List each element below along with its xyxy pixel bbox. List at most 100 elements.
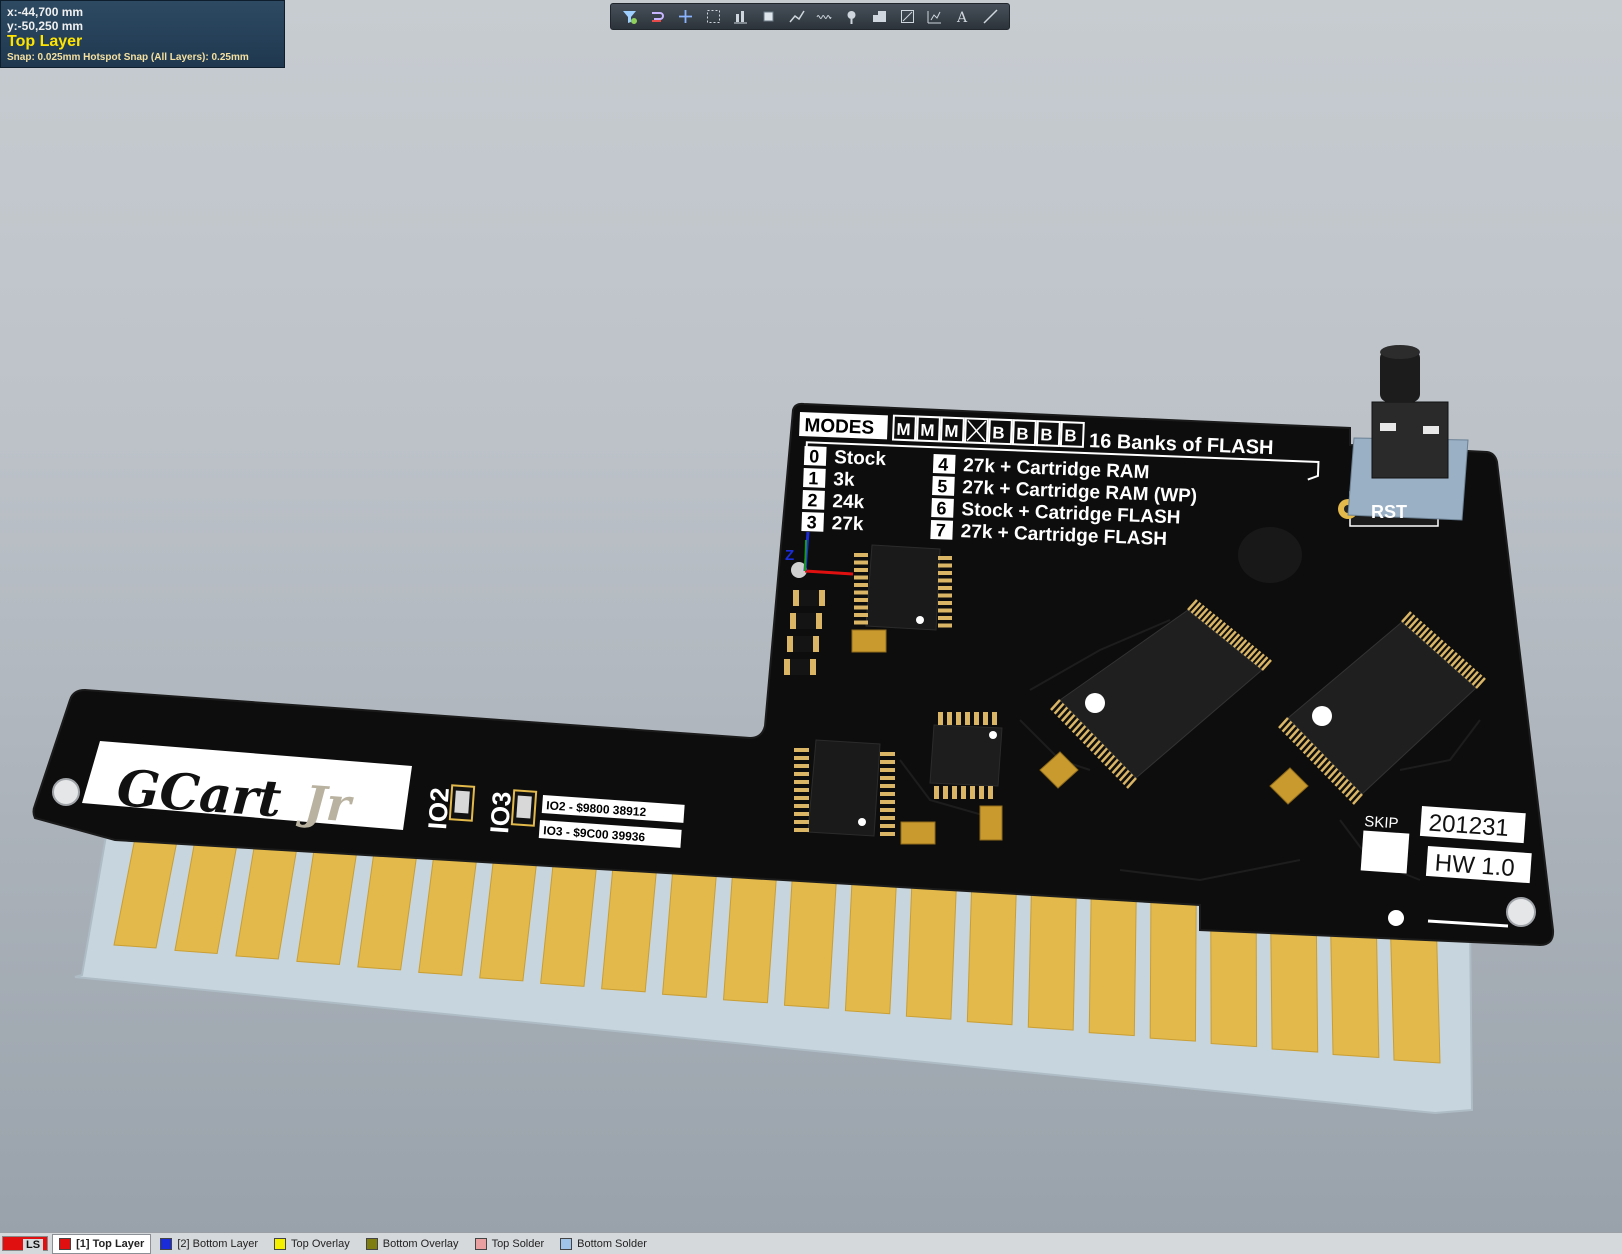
ic-pin [794, 756, 809, 760]
ic-pin [938, 571, 952, 575]
layer-color-swatch [365, 1237, 378, 1250]
mode-number: 2 [807, 490, 818, 510]
mounting-hole-left [52, 778, 80, 806]
ic-pin [880, 800, 895, 804]
line-icon[interactable] [977, 6, 1003, 28]
svg-text:HW 1.0: HW 1.0 [1434, 850, 1516, 883]
ic-pin [938, 623, 952, 628]
ic-pin [794, 764, 809, 768]
mode-bit-letter: B [1016, 424, 1029, 443]
layer-tab-bottom-overlay[interactable]: Bottom Overlay [359, 1234, 466, 1254]
layer-tab-top-solder[interactable]: Top Solder [468, 1234, 552, 1254]
ic-pin [880, 832, 895, 836]
gold-finger-13 [844, 878, 897, 1015]
y-coordinate: y:-50,250 mm [7, 19, 84, 33]
layer-color-swatch [560, 1237, 573, 1250]
filter-icon[interactable] [617, 6, 643, 28]
layer-tab-top-overlay[interactable]: Top Overlay [267, 1234, 357, 1254]
layer-set-button[interactable]: LS [2, 1236, 49, 1251]
svg-text:Z: Z [785, 547, 794, 564]
ic-pin [880, 784, 895, 788]
ic-pin [854, 613, 868, 617]
ic-pin [794, 780, 809, 784]
ic-pin [956, 712, 961, 725]
interactive-routing-icon[interactable] [645, 6, 671, 28]
board-reflection [1238, 527, 1302, 583]
polygon-icon[interactable] [866, 6, 892, 28]
ic-pin [961, 786, 966, 799]
layer-tab-label: [1] Top Layer [76, 1237, 145, 1250]
svg-text:GCart: GCart [115, 758, 283, 828]
ic-pin [794, 772, 809, 776]
layer-tab-label: Bottom Solder [577, 1237, 647, 1250]
resistor-body [790, 659, 810, 675]
ic-pin [854, 590, 868, 595]
mode-number: 4 [938, 454, 949, 474]
resistor-body [796, 613, 816, 629]
route-icon[interactable] [783, 6, 809, 28]
snap-settings: Snap: 0.025mm Hotspot Snap (All Layers):… [7, 52, 249, 63]
mode-label: 27k [831, 513, 864, 535]
dimension-icon[interactable] [922, 6, 948, 28]
ic-pin [854, 583, 868, 587]
mode-bit-letter: B [992, 423, 1005, 442]
ic-pin [952, 786, 957, 799]
ic-pin [794, 820, 809, 824]
mode-number: 5 [937, 476, 948, 496]
layer-tab-label: [2] Bottom Layer [177, 1237, 259, 1250]
ic-pin [880, 752, 895, 756]
ic-pin [943, 786, 948, 799]
layer-tab-2-bottom-layer[interactable]: [2] Bottom Layer [153, 1234, 265, 1254]
ic-pin [880, 776, 895, 780]
select-rectangle-icon[interactable] [700, 6, 726, 28]
component-icon[interactable] [756, 6, 782, 28]
gold-finger-17 [1088, 892, 1137, 1037]
coordinate-hud: x:-44,700 mm y:-50,250 mm Top Layer Snap… [0, 0, 285, 68]
ic-pin [979, 786, 984, 799]
ic-pin [938, 593, 952, 598]
fiducial [1388, 910, 1404, 926]
pad-via-icon[interactable] [839, 6, 865, 28]
layer-tab-1-top-layer[interactable]: [1] Top Layer [52, 1233, 152, 1254]
resistor-body [793, 636, 813, 652]
ic-pin [854, 620, 868, 625]
length-tuning-icon[interactable] [811, 6, 837, 28]
x-coordinate: x:-44,700 mm [7, 5, 84, 19]
ic-pin [947, 712, 952, 725]
svg-text:RST: RST [1371, 502, 1407, 522]
mode-label: 3k [833, 469, 855, 491]
ic-pin [974, 712, 979, 725]
add-icon[interactable] [672, 6, 698, 28]
layer-color-swatch [160, 1237, 173, 1250]
layer-tab-label: Top Solder [491, 1237, 545, 1250]
capacitor-c2 [900, 821, 936, 845]
svg-text:201231: 201231 [1428, 810, 1510, 843]
pcb-3d-view[interactable]: GCart Jr IO2 IO3 IO2 - $9800 38912 IO3 -… [0, 0, 1622, 1230]
text-icon[interactable]: A [950, 6, 976, 28]
gold-finger-15 [966, 885, 1017, 1026]
mode-bit-letter: B [1064, 426, 1077, 445]
region-icon[interactable] [894, 6, 920, 28]
ic-pin [938, 601, 952, 605]
layer-tabs-bar: LS [1] Top Layer [2] Bottom Layer Top Over… [0, 1232, 1622, 1254]
layer-tab-bottom-solder[interactable]: Bottom Solder [553, 1234, 654, 1254]
ic-pin [794, 748, 809, 752]
align-icon[interactable] [728, 6, 754, 28]
ic-pin [854, 553, 868, 557]
ic-pin [794, 804, 809, 808]
ic-pin [988, 786, 993, 799]
mode-number: 0 [809, 446, 820, 466]
mounting-hole-right [1506, 897, 1536, 927]
gold-finger-18 [1149, 895, 1197, 1042]
ic-pin [880, 760, 895, 764]
resistor-body [799, 590, 819, 606]
reset-button[interactable]: RST [1338, 345, 1469, 527]
layer-color-swatch [274, 1237, 287, 1250]
skip-label: SKIP [1364, 813, 1399, 832]
layer-tab-label: Bottom Overlay [382, 1237, 459, 1250]
ic-pin [794, 788, 809, 792]
ic-pin [880, 816, 895, 820]
mode-label: Stock [834, 447, 887, 470]
ic-pin [983, 712, 988, 725]
capacitor-c1 [851, 629, 887, 653]
